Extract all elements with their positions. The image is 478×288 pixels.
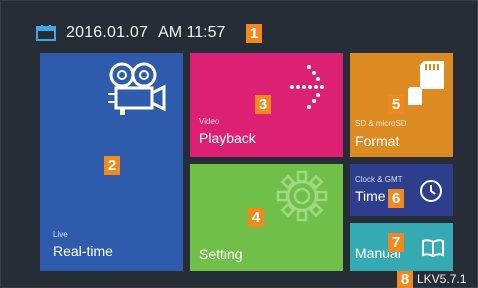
setting-label: Setting: [199, 246, 243, 262]
time-sublabel: Clock & GMT: [355, 175, 403, 184]
marker-5: 5: [388, 95, 404, 114]
marker-7: 7: [388, 233, 404, 252]
playback-sublabel: Video: [199, 117, 220, 126]
time-text: AM 11:57: [158, 24, 226, 41]
format-label: Format: [355, 133, 400, 149]
book-icon: [422, 239, 444, 257]
marker-4: 4: [248, 208, 264, 227]
realtime-sublabel: Live: [53, 230, 68, 239]
clock-icon: [420, 180, 442, 202]
firmware-version: LKV5.7.1: [417, 272, 467, 286]
gear-icon: [276, 170, 328, 222]
format-sublabel: SD & microSD: [355, 119, 407, 128]
playback-label: Playback: [199, 130, 256, 146]
realtime-tile[interactable]: 2 Live Real-time: [40, 53, 183, 271]
time-label: Time: [355, 188, 386, 204]
realtime-label: Real-time: [53, 243, 113, 259]
marker-3: 3: [255, 95, 271, 114]
date-text: 2016.01.07: [66, 24, 149, 41]
manual-tile[interactable]: Manual 7: [350, 223, 453, 271]
sd-card-icon: [408, 61, 444, 105]
format-tile[interactable]: 5 SD & microSD Format: [350, 53, 453, 157]
calendar-icon: [36, 25, 56, 41]
time-tile[interactable]: Clock & GMT Time 6: [350, 164, 453, 216]
setting-tile[interactable]: 4 Setting: [190, 164, 343, 271]
playback-tile[interactable]: 3 Video Playback: [190, 53, 343, 157]
dotted-arrow-icon: [290, 65, 324, 109]
marker-8: 8: [397, 271, 413, 288]
marker-1: 1: [246, 24, 262, 43]
video-camera-icon: [108, 62, 166, 115]
status-bar: 2016.01.07 AM 11:57: [36, 22, 225, 44]
marker-2: 2: [104, 156, 120, 175]
marker-6: 6: [388, 189, 404, 208]
